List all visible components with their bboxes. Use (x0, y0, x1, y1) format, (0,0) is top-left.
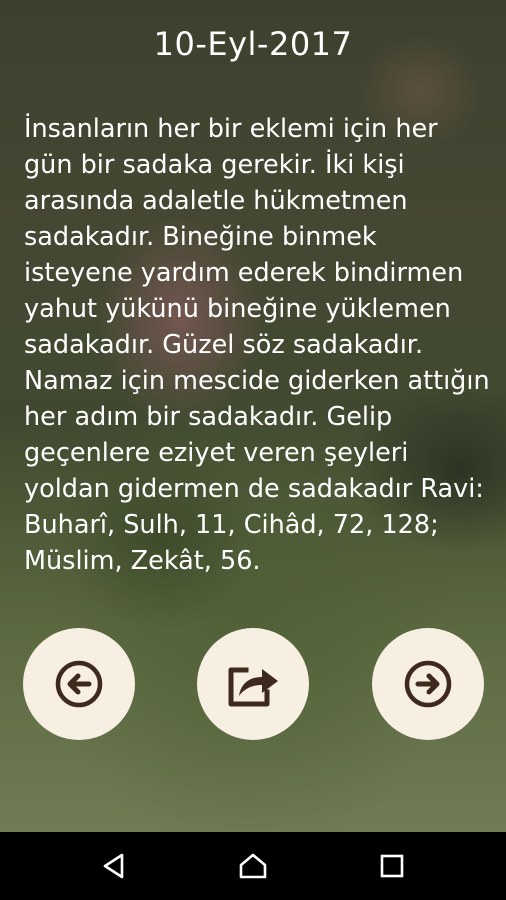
back-triangle-icon (103, 853, 124, 879)
system-navigation-bar (0, 832, 506, 900)
system-recents-button[interactable] (372, 846, 412, 886)
arrow-right-circle-icon (404, 660, 452, 708)
hadith-text: İnsanların her bir eklemi için her gün b… (24, 114, 490, 576)
share-icon (228, 667, 278, 707)
previous-button[interactable] (23, 628, 135, 740)
app-screen: 10-Eyl-2017 İnsanların her bir eklemi iç… (0, 0, 506, 900)
home-icon (239, 853, 267, 879)
arrow-left-circle-icon (55, 660, 103, 708)
next-button[interactable] (372, 628, 484, 740)
date-title: 10-Eyl-2017 (153, 25, 353, 63)
system-back-button[interactable] (94, 846, 134, 886)
share-button[interactable] (197, 628, 309, 740)
recents-square-icon (380, 854, 404, 878)
system-home-button[interactable] (233, 846, 273, 886)
